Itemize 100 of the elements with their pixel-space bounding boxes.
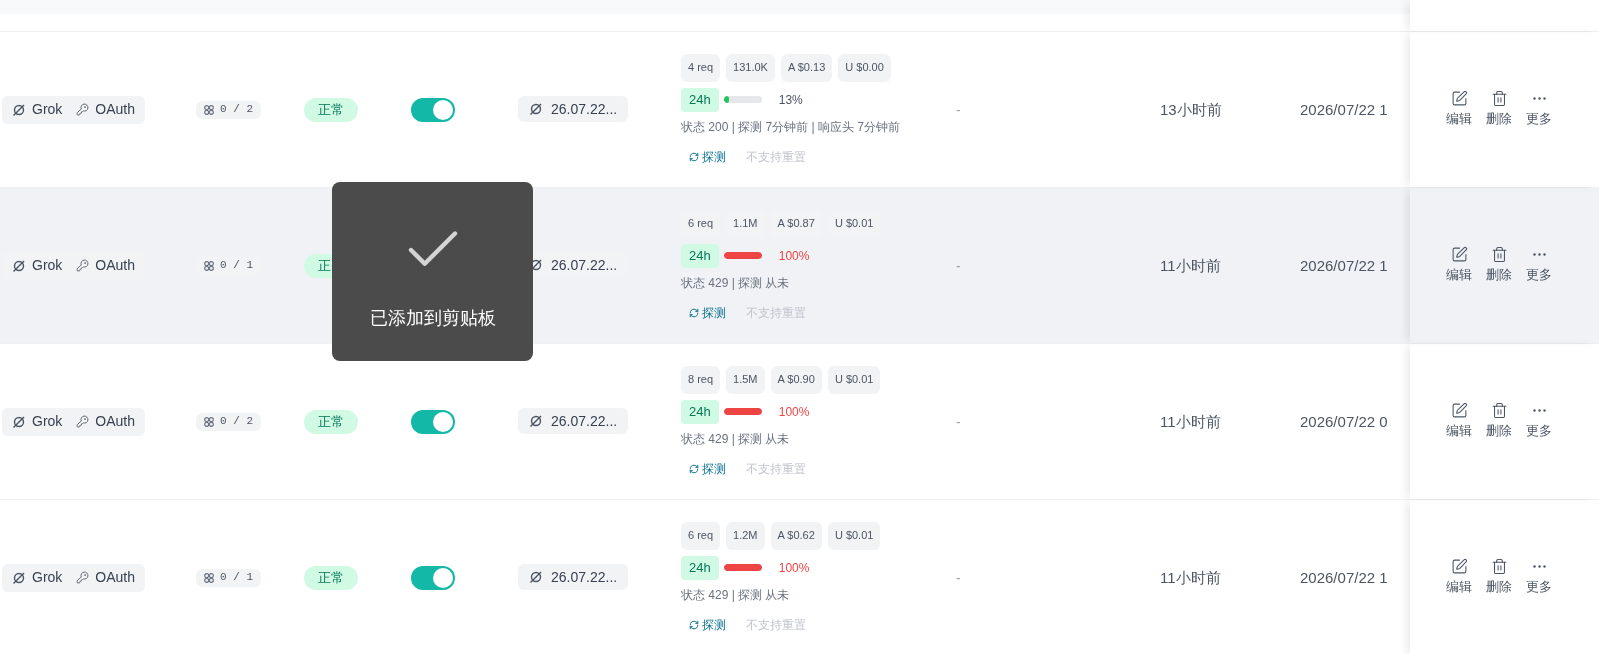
expiry-icon [529, 102, 543, 116]
count-value: 0 / 1 [220, 570, 253, 586]
usage-chip: U $0.01 [827, 521, 881, 550]
usage-chip: 4 req [681, 53, 721, 82]
key-icon [76, 415, 90, 428]
expiry-date: 26.07.22... [551, 255, 618, 275]
window-badge: 24h [681, 399, 719, 424]
probe-button[interactable]: 探测 [689, 303, 726, 322]
count-value: 0 / 2 [220, 414, 253, 430]
usage-percent: 100% [778, 247, 810, 265]
more-icon [1532, 409, 1546, 413]
delete-button[interactable]: 删除 [1486, 402, 1512, 441]
refresh-icon [689, 307, 699, 318]
edit-button[interactable]: 编辑 [1446, 90, 1472, 129]
key-icon [76, 103, 90, 116]
probe-button[interactable]: 探测 [689, 147, 726, 166]
usage-percent: 100% [778, 559, 810, 577]
usage-chip: A $0.13 [780, 53, 833, 82]
trash-icon [1490, 246, 1508, 264]
usage-percent: 100% [778, 403, 810, 421]
note-text: - [956, 101, 961, 118]
created-date: 2026/07/22 1 [1300, 256, 1388, 274]
last-used-time: 13小时前 [1160, 100, 1222, 118]
usage-percent: 13% [778, 91, 803, 109]
key-icon [76, 259, 90, 272]
usage-chip: 8 req [681, 365, 721, 394]
status-badge: 正常 [304, 97, 358, 122]
model-name: Grok [32, 100, 63, 119]
usage-chip: 131.0K [726, 53, 775, 82]
window-badge: 24h [681, 555, 719, 580]
model-icon [12, 570, 26, 585]
last-used-time: 11小时前 [1160, 256, 1221, 274]
created-date: 2026/07/22 1 [1300, 568, 1388, 586]
model-name: Grok [32, 256, 63, 275]
auth-type: OAuth [95, 256, 136, 275]
grid-icon [204, 572, 214, 583]
probe-button[interactable]: 探测 [689, 459, 726, 478]
delete-button[interactable]: 删除 [1486, 90, 1512, 129]
toggle-switch[interactable] [411, 565, 455, 590]
probe-button[interactable]: 探测 [689, 615, 726, 634]
refresh-icon [689, 619, 699, 630]
model-icon [12, 102, 26, 117]
more-icon [1532, 253, 1546, 257]
usage-chip: U $0.01 [827, 365, 881, 394]
delete-button[interactable]: 删除 [1486, 246, 1512, 285]
expiry-date: 26.07.22... [551, 99, 618, 119]
expiry-icon [529, 570, 543, 584]
model-name: Grok [32, 568, 63, 587]
last-used-time: 11小时前 [1160, 568, 1221, 586]
more-button[interactable]: 更多 [1526, 246, 1552, 285]
status-badge: 正常 [304, 409, 358, 434]
auth-type: OAuth [95, 100, 136, 119]
note-text: - [956, 257, 961, 274]
toggle-switch[interactable] [411, 409, 455, 434]
trash-icon [1490, 558, 1508, 576]
grid-icon [204, 260, 214, 271]
edit-button[interactable]: 编辑 [1446, 246, 1472, 285]
note-text: - [956, 413, 961, 430]
count-value: 0 / 1 [220, 258, 253, 274]
status-badge: 正常 [304, 565, 358, 590]
grid-icon [204, 104, 214, 115]
model-icon [12, 414, 26, 429]
usage-chip: A $0.90 [770, 365, 822, 394]
created-date: 2026/07/22 1 [1300, 100, 1388, 118]
last-used-time: 11小时前 [1160, 412, 1221, 430]
window-badge: 24h [681, 87, 719, 112]
trash-icon [1490, 402, 1508, 420]
edit-icon [1450, 246, 1468, 264]
toggle-switch[interactable] [411, 97, 455, 122]
refresh-icon [689, 463, 699, 474]
trash-icon [1490, 90, 1508, 108]
delete-button[interactable]: 删除 [1486, 558, 1512, 597]
note-text: - [956, 569, 961, 586]
key-icon [76, 571, 90, 584]
model-name: Grok [32, 412, 63, 431]
probe-detail: 状态 429 | 探测 从未 [681, 586, 791, 604]
refresh-icon [689, 151, 699, 162]
count-value: 0 / 2 [220, 102, 253, 118]
usage-chip: U $0.00 [838, 53, 891, 82]
usage-chip: 1.2M [726, 521, 765, 550]
auth-type: OAuth [95, 568, 136, 587]
more-button[interactable]: 更多 [1526, 90, 1552, 129]
usage-chip: 1.5M [726, 365, 765, 394]
more-button[interactable]: 更多 [1526, 558, 1552, 597]
usage-chip: A $0.62 [770, 521, 822, 550]
probe-detail: 状态 429 | 探测 从未 [681, 430, 791, 448]
expiry-icon [529, 414, 543, 428]
window-badge: 24h [681, 243, 719, 268]
edit-icon [1450, 90, 1468, 108]
more-icon [1532, 97, 1546, 101]
edit-icon [1450, 402, 1468, 420]
toast-message: 已添加到剪贴板 [369, 307, 496, 330]
more-icon [1532, 565, 1546, 569]
edit-button[interactable]: 编辑 [1446, 558, 1472, 597]
more-button[interactable]: 更多 [1526, 402, 1552, 441]
created-date: 2026/07/22 0 [1300, 412, 1388, 430]
model-icon [12, 258, 26, 273]
auth-type: OAuth [95, 412, 136, 431]
edit-button[interactable]: 编辑 [1446, 402, 1472, 441]
grid-icon [204, 416, 214, 427]
